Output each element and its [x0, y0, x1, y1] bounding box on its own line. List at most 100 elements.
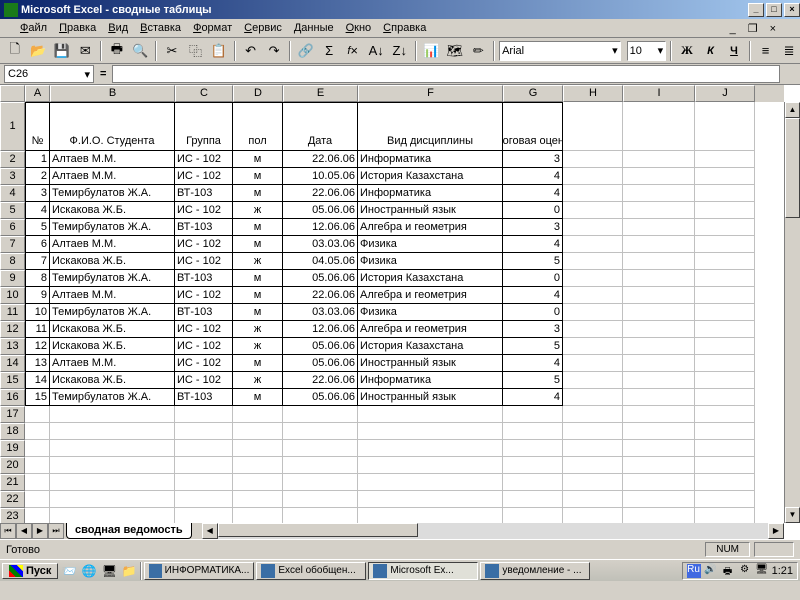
data-cell[interactable]: 15 — [25, 389, 50, 406]
select-all-corner[interactable] — [0, 85, 25, 102]
taskbar-button[interactable]: Excel обобщен... — [256, 562, 366, 580]
vertical-scrollbar[interactable]: ▲ ▼ — [784, 102, 800, 523]
data-cell[interactable]: ИС - 102 — [175, 253, 233, 270]
align-left-button[interactable]: ≡ — [755, 40, 777, 62]
tray-network-icon[interactable]: ⚙ — [738, 564, 752, 578]
col-header-G[interactable]: G — [503, 85, 563, 102]
data-cell[interactable]: Алтаев М.М. — [50, 287, 175, 304]
data-cell[interactable]: ИС - 102 — [175, 338, 233, 355]
data-cell[interactable]: Информатика — [358, 185, 503, 202]
name-box[interactable]: C26▾ — [4, 65, 94, 83]
font-size-box[interactable]: ▾ — [627, 41, 667, 61]
save-button[interactable]: 💾 — [51, 40, 73, 62]
data-cell[interactable]: 4 — [503, 287, 563, 304]
data-cell[interactable]: ИС - 102 — [175, 355, 233, 372]
align-center-button[interactable]: ≣ — [778, 40, 800, 62]
data-cell[interactable]: ж — [233, 372, 283, 389]
minimize-button[interactable]: _ — [748, 3, 764, 17]
data-cell[interactable]: 4 — [503, 185, 563, 202]
data-cell[interactable]: ИС - 102 — [175, 287, 233, 304]
data-cell[interactable]: ж — [233, 321, 283, 338]
data-cell[interactable]: Физика — [358, 253, 503, 270]
row-header-6[interactable]: 6 — [0, 219, 25, 236]
data-cell[interactable]: 13 — [25, 355, 50, 372]
data-cell[interactable]: 11 — [25, 321, 50, 338]
data-cell[interactable]: ИС - 102 — [175, 321, 233, 338]
data-cell[interactable]: Физика — [358, 304, 503, 321]
col-header-I[interactable]: I — [623, 85, 695, 102]
redo-button[interactable]: ↷ — [263, 40, 285, 62]
row-header-7[interactable]: 7 — [0, 236, 25, 253]
row-header-11[interactable]: 11 — [0, 304, 25, 321]
menu-tools[interactable]: Сервис — [244, 22, 282, 34]
bold-button[interactable]: Ж — [676, 40, 698, 62]
row-header-13[interactable]: 13 — [0, 338, 25, 355]
sum-button[interactable]: Σ — [318, 40, 340, 62]
data-cell[interactable]: 5 — [503, 253, 563, 270]
data-cell[interactable]: ИС - 102 — [175, 151, 233, 168]
italic-button[interactable]: К — [700, 40, 722, 62]
data-cell[interactable]: ВТ-103 — [175, 270, 233, 287]
underline-button[interactable]: Ч — [723, 40, 745, 62]
data-cell[interactable]: Искакова Ж.Б. — [50, 253, 175, 270]
cells[interactable]: №Ф.И.О. СтудентаГруппаполДатаВид дисципл… — [25, 102, 784, 523]
data-cell[interactable]: ИС - 102 — [175, 202, 233, 219]
row-header-18[interactable]: 18 — [0, 423, 25, 440]
data-cell[interactable]: Темирбулатов Ж.А. — [50, 304, 175, 321]
data-cell[interactable]: 12.06.06 — [283, 321, 358, 338]
drawing-button[interactable]: ✏ — [468, 40, 490, 62]
row-header-20[interactable]: 20 — [0, 457, 25, 474]
lang-indicator[interactable]: Ru — [687, 564, 701, 578]
preview-button[interactable]: 🔍 — [130, 40, 152, 62]
data-cell[interactable]: 0 — [503, 304, 563, 321]
data-cell[interactable]: Алтаев М.М. — [50, 355, 175, 372]
data-cell[interactable]: м — [233, 389, 283, 406]
row-header-1[interactable]: 1 — [0, 102, 25, 151]
data-cell[interactable]: 4 — [503, 355, 563, 372]
data-cell[interactable]: Алгебра и геометрия — [358, 219, 503, 236]
col-header-D[interactable]: D — [233, 85, 283, 102]
data-cell[interactable]: 22.06.06 — [283, 372, 358, 389]
horizontal-scrollbar[interactable]: ◀ ▶ — [202, 523, 784, 539]
data-cell[interactable]: м — [233, 151, 283, 168]
col-header-C[interactable]: C — [175, 85, 233, 102]
data-cell[interactable]: м — [233, 304, 283, 321]
row-header-2[interactable]: 2 — [0, 151, 25, 168]
data-cell[interactable]: ж — [233, 253, 283, 270]
open-button[interactable]: 📂 — [28, 40, 50, 62]
scroll-right-button[interactable]: ▶ — [768, 523, 784, 539]
data-cell[interactable]: 5 — [25, 219, 50, 236]
data-cell[interactable]: ИС - 102 — [175, 236, 233, 253]
link-button[interactable]: 🔗 — [295, 40, 317, 62]
ql-outlook-icon[interactable]: 📨 — [60, 562, 78, 580]
close-button[interactable]: × — [784, 3, 800, 17]
data-cell[interactable]: Иностранный язык — [358, 355, 503, 372]
data-cell[interactable]: 3 — [503, 151, 563, 168]
data-cell[interactable]: 14 — [25, 372, 50, 389]
menu-file[interactable]: Файл — [20, 22, 47, 34]
data-cell[interactable]: 22.06.06 — [283, 185, 358, 202]
data-cell[interactable]: ВТ-103 — [175, 219, 233, 236]
data-cell[interactable]: 03.03.06 — [283, 236, 358, 253]
scroll-up-button[interactable]: ▲ — [785, 102, 800, 118]
data-cell[interactable]: 4 — [503, 389, 563, 406]
data-cell[interactable]: 12.06.06 — [283, 219, 358, 236]
data-cell[interactable]: 4 — [503, 168, 563, 185]
paste-button[interactable]: 📋 — [208, 40, 230, 62]
tray-display-icon[interactable]: 🖥 — [755, 564, 769, 578]
row-header-22[interactable]: 22 — [0, 491, 25, 508]
data-cell[interactable]: Информатика — [358, 372, 503, 389]
header-cell[interactable]: № — [25, 102, 50, 151]
data-cell[interactable]: м — [233, 236, 283, 253]
data-cell[interactable]: 3 — [503, 219, 563, 236]
sort-asc-button[interactable]: A↓ — [365, 40, 387, 62]
row-header-8[interactable]: 8 — [0, 253, 25, 270]
data-cell[interactable]: Алгебра и геометрия — [358, 287, 503, 304]
col-header-B[interactable]: B — [50, 85, 175, 102]
data-cell[interactable]: м — [233, 287, 283, 304]
maximize-button[interactable]: □ — [766, 3, 782, 17]
tab-first-button[interactable]: ⏮ — [0, 523, 16, 539]
data-cell[interactable]: 4 — [503, 236, 563, 253]
data-cell[interactable]: м — [233, 270, 283, 287]
menu-format[interactable]: Формат — [193, 22, 232, 34]
